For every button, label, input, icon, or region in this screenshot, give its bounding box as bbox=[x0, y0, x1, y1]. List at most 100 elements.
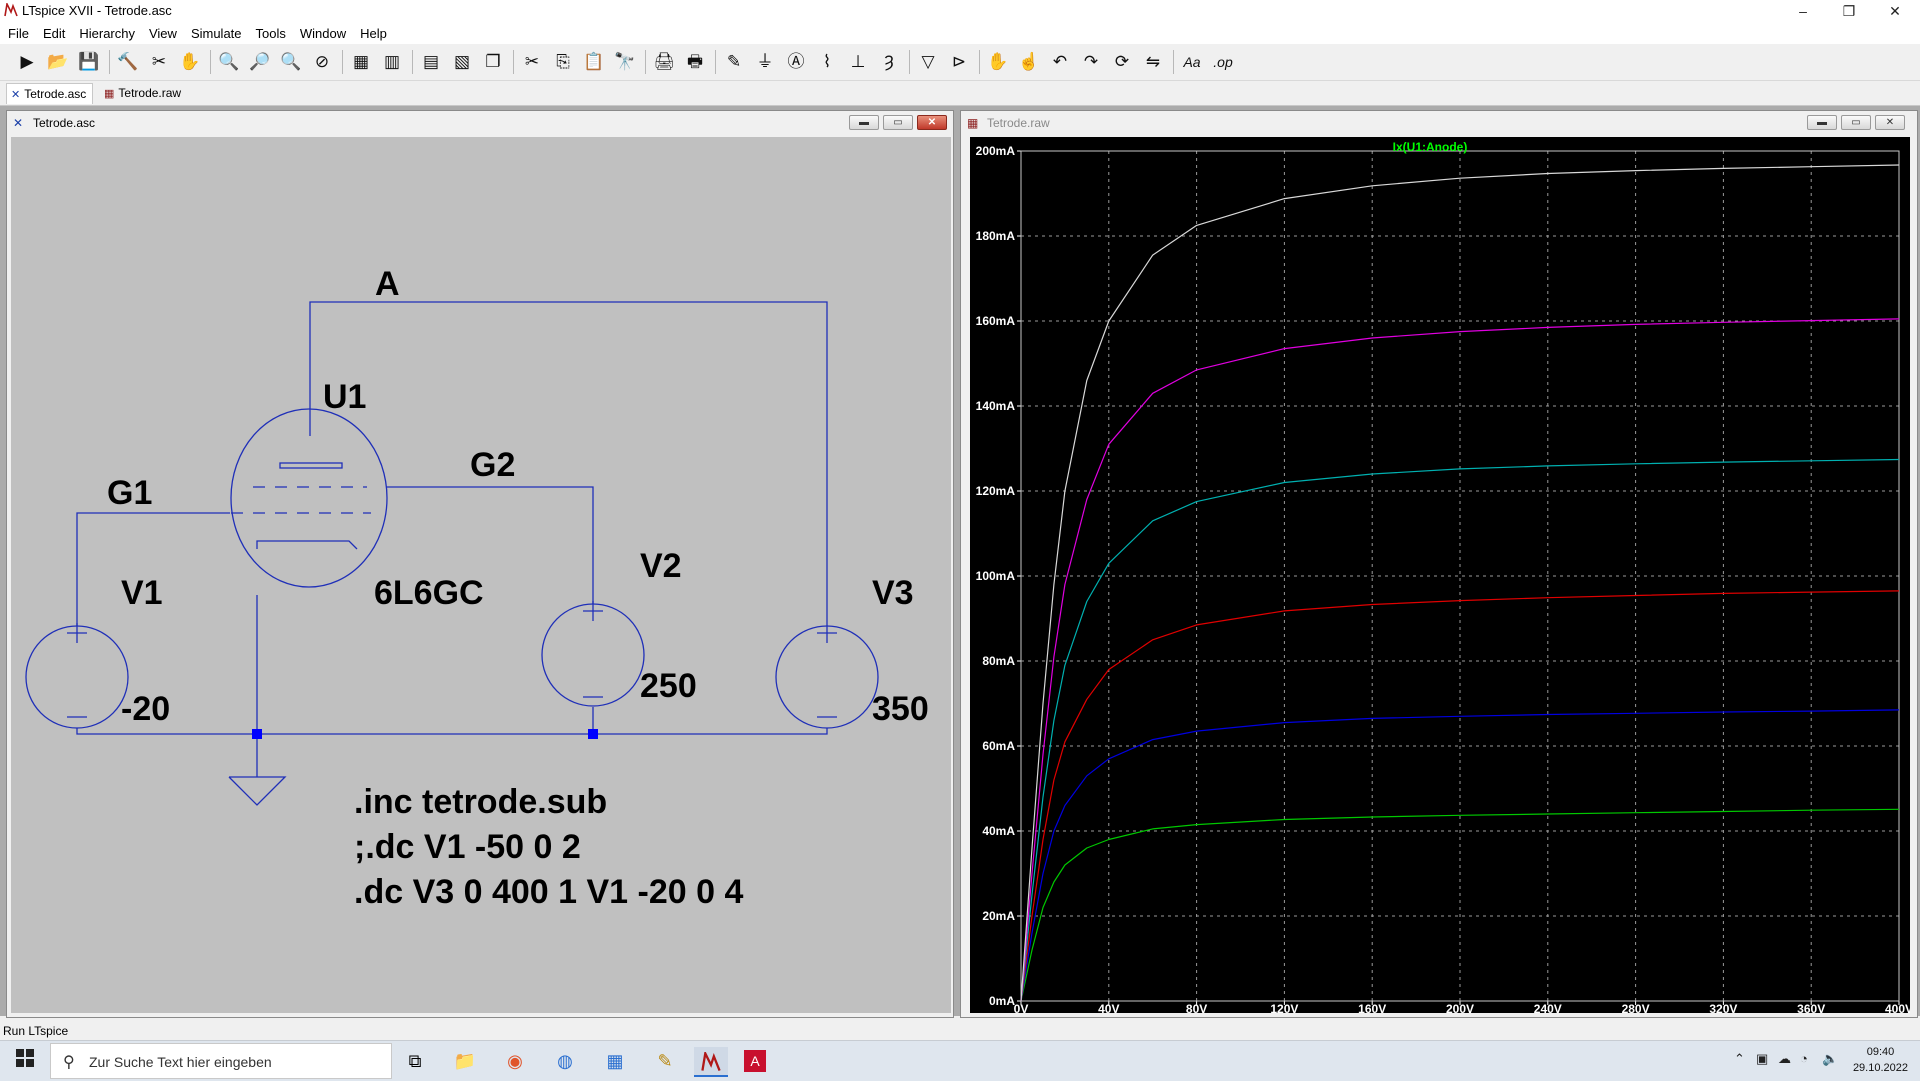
net-label-g2[interactable]: G2 bbox=[470, 446, 515, 484]
waveform-icon: ▦ bbox=[104, 88, 115, 100]
find-icon[interactable]: 🔭 bbox=[612, 49, 638, 75]
resistor-icon[interactable]: ⌇ bbox=[814, 49, 840, 75]
calculator-icon[interactable]: ▦ bbox=[598, 1047, 632, 1075]
rotate-icon[interactable]: ⟳ bbox=[1109, 49, 1135, 75]
drag-icon[interactable]: ☝ bbox=[1016, 49, 1042, 75]
tray-network-icon[interactable]: ◔ bbox=[1800, 1051, 1808, 1066]
cut-icon[interactable]: ✂ bbox=[519, 49, 545, 75]
taskbar-clock[interactable]: 09:40 29.10.2022 bbox=[1853, 1044, 1908, 1076]
menu-tools[interactable]: Tools bbox=[248, 22, 292, 41]
text-icon[interactable]: Aa bbox=[1179, 49, 1205, 75]
search-placeholder: Zur Suche Text hier eingeben bbox=[89, 1054, 272, 1070]
mirror-icon[interactable]: ⇋ bbox=[1140, 49, 1166, 75]
clock-time: 09:40 bbox=[1866, 1046, 1895, 1058]
ltspice-taskbar-icon[interactable] bbox=[694, 1047, 728, 1077]
component-name-v2[interactable]: V2 bbox=[640, 547, 682, 585]
tray-cloud-icon[interactable]: ☁ bbox=[1778, 1051, 1791, 1067]
firefox-icon[interactable]: ◉ bbox=[498, 1047, 532, 1075]
menu-edit[interactable]: Edit bbox=[35, 22, 71, 41]
net-label-g1[interactable]: G1 bbox=[107, 474, 152, 512]
app-sync-icon[interactable]: ◍ bbox=[548, 1047, 582, 1075]
tab-tetrode-asc[interactable]: ✕ Tetrode.asc bbox=[6, 83, 94, 104]
close-button[interactable]: ✕ bbox=[1872, 0, 1918, 22]
component-name-v3[interactable]: V3 bbox=[872, 574, 914, 612]
zoom-in-icon[interactable]: 🔍 bbox=[216, 49, 242, 75]
menu-file[interactable]: File bbox=[0, 22, 35, 41]
control-panel-icon[interactable]: 🔨 bbox=[115, 49, 141, 75]
plot-settings-icon[interactable]: ▥ bbox=[379, 49, 405, 75]
tile-horizontal-icon[interactable]: ▤ bbox=[418, 49, 444, 75]
copy-icon[interactable]: ⎘ bbox=[550, 49, 576, 75]
component-value-v2[interactable]: 250 bbox=[640, 667, 697, 705]
tab-tetrode-raw[interactable]: ▦ Tetrode.raw bbox=[100, 83, 187, 103]
menu-window[interactable]: Window bbox=[292, 22, 352, 41]
component-name-v1[interactable]: V1 bbox=[121, 574, 163, 612]
zoom-full-icon[interactable]: 🔎 bbox=[247, 49, 273, 75]
label-net-icon[interactable]: Ⓐ bbox=[783, 49, 809, 75]
schematic-icon: ✕ bbox=[13, 116, 24, 130]
ground-icon[interactable]: ⏚ bbox=[752, 49, 778, 75]
undo-icon[interactable]: ↶ bbox=[1047, 49, 1073, 75]
inductor-icon[interactable]: Ȝ bbox=[876, 49, 902, 75]
task-view-icon[interactable]: ⧉ bbox=[398, 1047, 432, 1075]
open-icon[interactable]: 📂 bbox=[45, 49, 71, 75]
tile-vertical-icon[interactable]: ▧ bbox=[449, 49, 475, 75]
menu-view[interactable]: View bbox=[141, 22, 183, 41]
component-icon[interactable]: ⊳ bbox=[946, 49, 972, 75]
schematic-canvas[interactable]: A U1 G2 G1 V1 6L6GC V2 V3 -20 250 350 .i… bbox=[11, 137, 951, 1013]
tray-chevron-icon[interactable]: ⌃ bbox=[1734, 1051, 1745, 1067]
halt-icon[interactable]: ✂ bbox=[146, 49, 172, 75]
spice-directive-icon[interactable]: .op bbox=[1210, 49, 1236, 75]
schematic-window-title: Tetrode.asc bbox=[33, 116, 96, 130]
document-tabs: ✕ Tetrode.asc ▦ Tetrode.raw bbox=[0, 81, 1920, 106]
component-value-v1[interactable]: -20 bbox=[121, 690, 170, 728]
menu-hierarchy[interactable]: Hierarchy bbox=[71, 22, 141, 41]
waveform-minimize-button[interactable]: ▬ bbox=[1807, 115, 1837, 130]
print-preview-icon[interactable]: 🖶 bbox=[682, 49, 708, 75]
file-explorer-icon[interactable]: 📁 bbox=[448, 1047, 482, 1075]
tray-device-icon[interactable]: ▣ bbox=[1756, 1051, 1768, 1067]
component-name-u1[interactable]: U1 bbox=[323, 378, 366, 416]
zoom-out-icon[interactable]: 🔍 bbox=[278, 49, 304, 75]
spice-directive-include[interactable]: .inc tetrode.sub bbox=[354, 783, 607, 821]
trace-label-ix-u1-anode[interactable]: Ix(U1:Anode) bbox=[1393, 140, 1468, 154]
menu-help[interactable]: Help bbox=[352, 22, 393, 41]
spice-directive-dc[interactable]: .dc V3 0 400 1 V1 -20 0 4 bbox=[354, 873, 743, 911]
component-model-6l6gc[interactable]: 6L6GC bbox=[374, 574, 484, 612]
autorange-icon[interactable]: ▦ bbox=[348, 49, 374, 75]
pdf-reader-icon[interactable]: A bbox=[744, 1050, 766, 1072]
toolbar-separator bbox=[645, 50, 646, 74]
maximize-button[interactable]: ❐ bbox=[1826, 0, 1872, 22]
waveform-maximize-button[interactable]: ▭ bbox=[1841, 115, 1871, 130]
schematic-minimize-button[interactable]: ▬ bbox=[849, 115, 879, 130]
tray-volume-icon[interactable]: 🔈 bbox=[1822, 1051, 1838, 1067]
move-icon[interactable]: ✋ bbox=[985, 49, 1011, 75]
taskbar-search-box[interactable]: ⚲ Zur Suche Text hier eingeben bbox=[50, 1043, 392, 1079]
diode-icon[interactable]: ▽ bbox=[915, 49, 941, 75]
zoom-cancel-icon[interactable]: ⊘ bbox=[309, 49, 335, 75]
pan-icon[interactable]: ✋ bbox=[177, 49, 203, 75]
redo-icon[interactable]: ↷ bbox=[1078, 49, 1104, 75]
status-text: Run LTspice bbox=[3, 1024, 69, 1038]
menu-simulate[interactable]: Simulate bbox=[183, 22, 248, 41]
spice-directive-comment[interactable]: ;.dc V1 -50 0 2 bbox=[354, 828, 581, 866]
capacitor-icon[interactable]: ⊥ bbox=[845, 49, 871, 75]
windows-start-icon[interactable] bbox=[8, 1047, 42, 1075]
wire-icon[interactable]: ✎ bbox=[721, 49, 747, 75]
cascade-icon[interactable]: ❐ bbox=[480, 49, 506, 75]
menu-bar: File Edit Hierarchy View Simulate Tools Window… bbox=[0, 22, 1920, 44]
pen-tool-icon[interactable]: ✎ bbox=[648, 1047, 682, 1075]
waveform-close-button[interactable]: ✕ bbox=[1875, 115, 1905, 130]
x-tick-label: 120V bbox=[1270, 1002, 1298, 1013]
net-label-a[interactable]: A bbox=[375, 265, 400, 303]
save-icon[interactable]: 💾 bbox=[76, 49, 102, 75]
run-icon[interactable]: ▶ bbox=[14, 49, 40, 75]
paste-icon[interactable]: 📋 bbox=[581, 49, 607, 75]
print-icon[interactable]: 🖨 bbox=[651, 49, 677, 75]
schematic-close-button[interactable]: ✕ bbox=[917, 115, 947, 130]
component-value-v3[interactable]: 350 bbox=[872, 690, 929, 728]
ltspice-app-icon bbox=[4, 1, 18, 20]
minimize-button[interactable]: – bbox=[1780, 0, 1826, 22]
waveform-plot[interactable]: 0V 40V 80V 120V 160V 200V 240V 280V 320V 360V 400V… bbox=[970, 137, 1910, 1013]
schematic-maximize-button[interactable]: ▭ bbox=[883, 115, 913, 130]
